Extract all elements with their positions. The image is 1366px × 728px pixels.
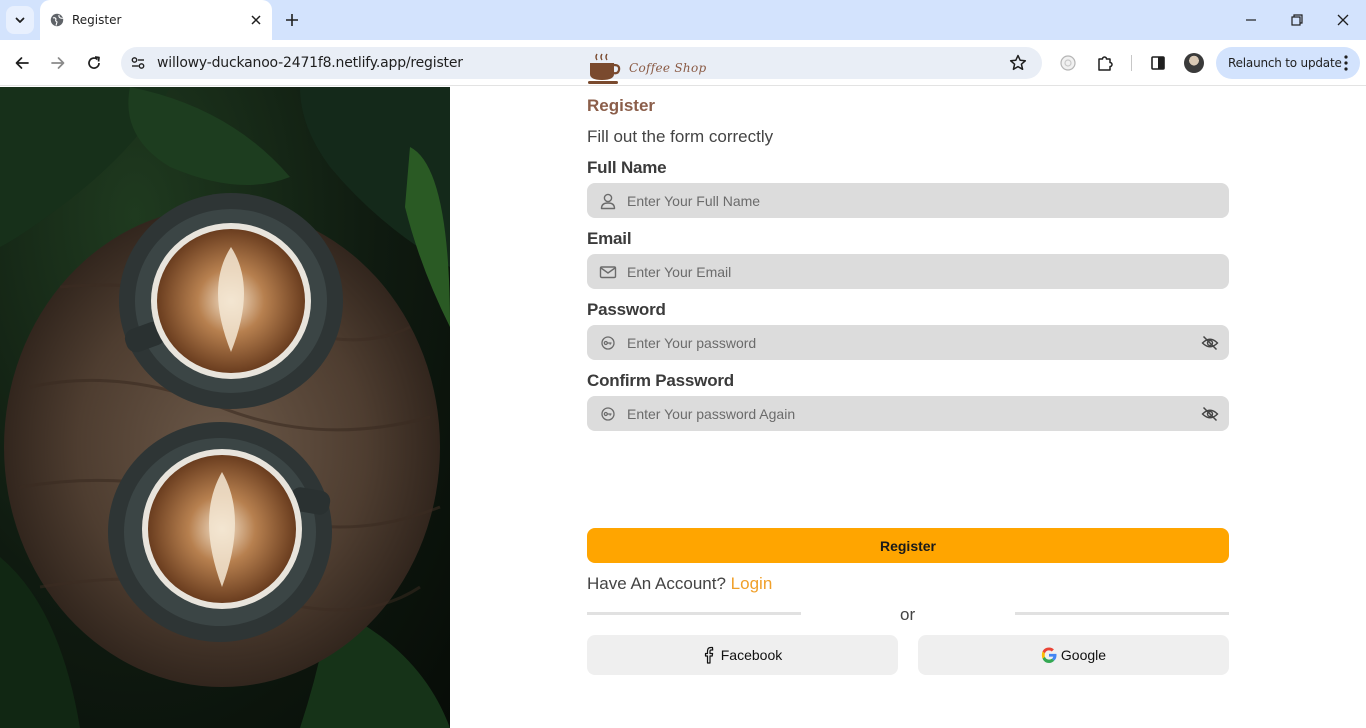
hero-image xyxy=(0,87,450,728)
back-button[interactable] xyxy=(10,51,34,75)
tab-search-button[interactable] xyxy=(6,6,34,34)
google-button[interactable]: Google xyxy=(918,635,1229,675)
restore-icon xyxy=(1291,14,1303,26)
brand-name: Coffee Shop xyxy=(629,61,707,75)
facebook-icon xyxy=(704,646,714,664)
password-field[interactable] xyxy=(587,325,1229,360)
new-tab-button[interactable] xyxy=(282,10,302,30)
relaunch-label: Relaunch to update xyxy=(1228,56,1342,70)
side-panel-button[interactable] xyxy=(1146,51,1170,75)
confirm-password-input[interactable] xyxy=(627,396,1187,431)
plus-icon xyxy=(286,14,298,26)
tab-title: Register xyxy=(72,13,122,27)
coffee-cup-icon xyxy=(588,53,621,84)
have-account-label: Have An Account? xyxy=(587,574,726,593)
full-name-label: Full Name xyxy=(587,158,667,177)
register-button[interactable]: Register xyxy=(587,528,1229,563)
key-icon xyxy=(601,407,615,421)
relaunch-button[interactable]: Relaunch to update xyxy=(1216,47,1360,79)
confirm-password-field[interactable] xyxy=(587,396,1229,431)
password-label: Password xyxy=(587,300,666,319)
password-input[interactable] xyxy=(627,325,1187,360)
mail-icon xyxy=(599,266,617,279)
divider-left xyxy=(587,612,801,615)
close-window-button[interactable] xyxy=(1331,8,1355,32)
tab-close-button[interactable] xyxy=(247,11,265,29)
key-icon xyxy=(601,336,615,350)
arrow-right-icon xyxy=(51,57,65,69)
minimize-icon xyxy=(1246,19,1256,21)
tab-strip: Register xyxy=(0,0,1366,40)
page-title: Register xyxy=(587,96,656,115)
url-text[interactable]: willowy-duckanoo-2471f8.netlify.app/regi… xyxy=(157,55,463,71)
reload-icon xyxy=(88,56,100,69)
minimize-button[interactable] xyxy=(1239,8,1263,32)
more-vert-icon xyxy=(1344,55,1348,71)
google-icon xyxy=(1041,647,1057,663)
eye-slash-icon[interactable] xyxy=(1201,334,1219,352)
site-settings-icon[interactable] xyxy=(130,55,146,71)
eye-slash-icon[interactable] xyxy=(1201,405,1219,423)
bookmark-star-icon[interactable] xyxy=(1008,53,1028,73)
user-icon xyxy=(600,193,616,210)
forward-button[interactable] xyxy=(46,51,70,75)
reload-button[interactable] xyxy=(82,51,106,75)
facebook-button[interactable]: Facebook xyxy=(587,635,898,675)
chevron-down-icon xyxy=(15,17,25,23)
email-input[interactable] xyxy=(627,254,1187,289)
login-link[interactable]: Login xyxy=(731,574,773,593)
or-text: or xyxy=(900,605,916,624)
brand-logo: Coffee Shop xyxy=(587,52,707,86)
page-subtitle: Fill out the form correctly xyxy=(587,127,774,146)
email-field[interactable] xyxy=(587,254,1229,289)
email-label: Email xyxy=(587,229,632,248)
arrow-left-icon xyxy=(15,57,29,69)
side-panel-icon xyxy=(1151,56,1165,70)
extension-button[interactable] xyxy=(1056,51,1080,75)
globe-icon xyxy=(50,13,64,27)
facebook-label: Facebook xyxy=(720,647,783,663)
full-name-input[interactable] xyxy=(627,183,1187,218)
puzzle-icon xyxy=(1098,56,1113,71)
google-label: Google xyxy=(1060,647,1107,663)
profile-avatar[interactable] xyxy=(1184,53,1204,73)
close-icon xyxy=(1337,14,1349,26)
confirm-password-label: Confirm Password xyxy=(587,371,734,390)
active-tab[interactable]: Register xyxy=(40,0,272,40)
coffee-cups-illustration xyxy=(0,87,450,728)
restore-button[interactable] xyxy=(1285,8,1309,32)
address-bar[interactable]: willowy-duckanoo-2471f8.netlify.app/regi… xyxy=(121,47,1042,79)
full-name-field[interactable] xyxy=(587,183,1229,218)
extension-badge-icon xyxy=(1060,55,1076,71)
divider-right xyxy=(1015,612,1229,615)
have-account-text: Have An Account? Login xyxy=(587,574,772,594)
toolbar-separator xyxy=(1131,55,1132,71)
extensions-menu-button[interactable] xyxy=(1093,51,1117,75)
close-icon xyxy=(251,15,261,25)
